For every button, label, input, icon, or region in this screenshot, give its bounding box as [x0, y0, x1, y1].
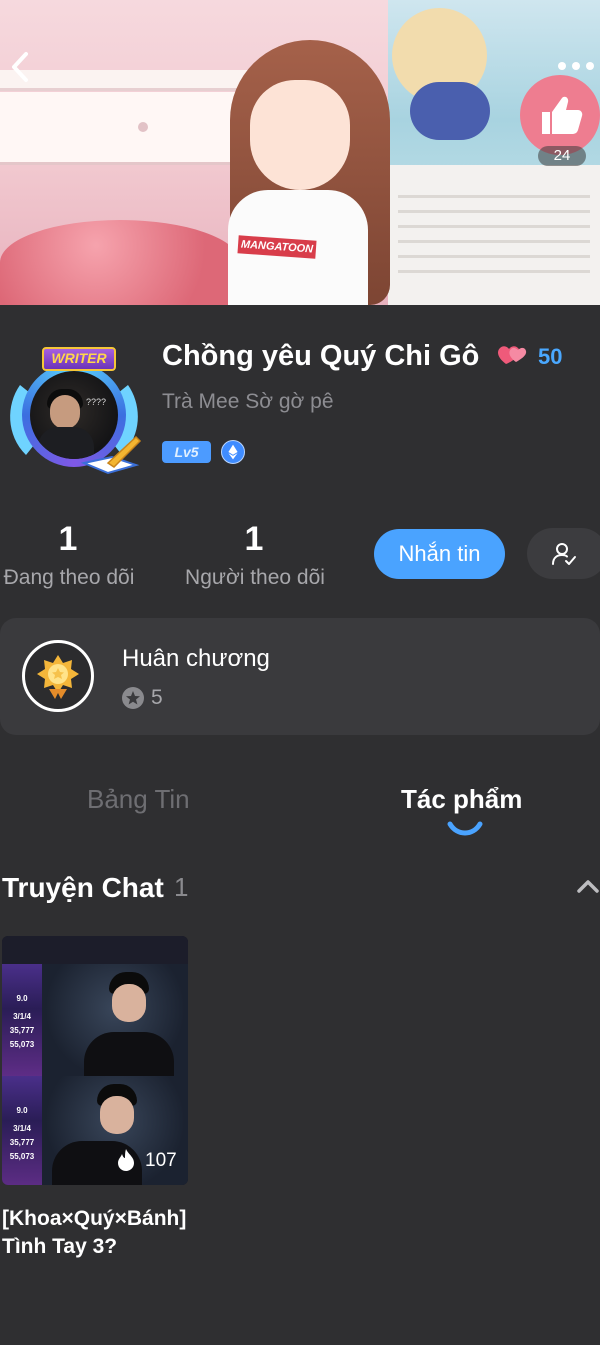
- banner-cabinet: [388, 165, 600, 305]
- pen-book-icon: [80, 435, 142, 475]
- back-icon[interactable]: [6, 50, 36, 84]
- banner-drawer: [0, 92, 240, 165]
- level-badge[interactable]: Lv5: [162, 441, 211, 463]
- chevron-up-icon[interactable]: [576, 877, 600, 895]
- user-check-icon: [552, 543, 576, 565]
- read-count: 107: [145, 1150, 177, 1171]
- following-count[interactable]: 1: [48, 520, 88, 559]
- active-tab-indicator: [447, 821, 483, 836]
- follow-button[interactable]: [527, 528, 600, 579]
- cover-stat: 3/1/4: [13, 1124, 31, 1133]
- fire-icon: [118, 1149, 134, 1171]
- avatar[interactable]: ???? WRITER: [6, 345, 142, 480]
- cover-stat: 55,073: [9, 1040, 35, 1049]
- story-title-line: [Khoa×Quý×Bánh]: [2, 1207, 187, 1230]
- like-count: 24: [538, 146, 586, 166]
- story-title[interactable]: [Khoa×Quý×Bánh] Tình Tay 3?: [2, 1205, 222, 1261]
- banner-bear-body: [410, 82, 490, 140]
- banner-pouf: [0, 220, 240, 305]
- medal-card[interactable]: Huân chương 5: [0, 618, 600, 735]
- profile-handle: Trà Mee Sờ gờ pê: [162, 390, 334, 413]
- thumbs-up-icon[interactable]: [538, 92, 586, 140]
- section-title: Truyện Chat: [2, 872, 164, 903]
- cover-stat: 35,777: [9, 1138, 35, 1147]
- following-label[interactable]: Đang theo dõi: [0, 566, 138, 590]
- cover-stat: 35,777: [9, 1026, 35, 1035]
- followers-label[interactable]: Người theo dõi: [180, 566, 330, 590]
- medal-icon: [22, 640, 94, 712]
- cover-stat: 9.0: [16, 1106, 28, 1115]
- tab-works[interactable]: Tác phẩm: [401, 784, 522, 815]
- tab-news-feed[interactable]: Bảng Tin: [87, 784, 190, 815]
- profile-banner: MANGATOON 24: [0, 0, 600, 305]
- followers-count[interactable]: 1: [234, 520, 274, 559]
- heart-count: 50: [538, 344, 563, 369]
- story-cover[interactable]: 9.0 3/1/4 35,777 55,073 9.0 3/1/4 35,777…: [2, 936, 188, 1185]
- profile-name: Chồng yêu Quý Chi Gô: [162, 340, 480, 372]
- message-button[interactable]: Nhắn tin: [374, 529, 505, 579]
- star-coin-icon: [122, 687, 144, 709]
- two-hearts-icon: [498, 346, 527, 364]
- more-options-icon[interactable]: [556, 56, 596, 76]
- avatar-text: ????: [86, 397, 107, 407]
- cover-stat: 3/1/4: [13, 1012, 31, 1021]
- medal-title: Huân chương: [122, 645, 270, 672]
- cover-stat: 55,073: [9, 1152, 35, 1161]
- cover-stat: 9.0: [16, 994, 28, 1003]
- ethereum-icon[interactable]: [221, 440, 245, 464]
- banner-shelf: [0, 70, 250, 88]
- story-title-line: Tình Tay 3?: [2, 1235, 118, 1258]
- section-count: 1: [174, 872, 189, 902]
- mascot-face: [250, 80, 350, 190]
- medal-count: 5: [151, 686, 163, 709]
- writer-badge: WRITER: [42, 347, 116, 371]
